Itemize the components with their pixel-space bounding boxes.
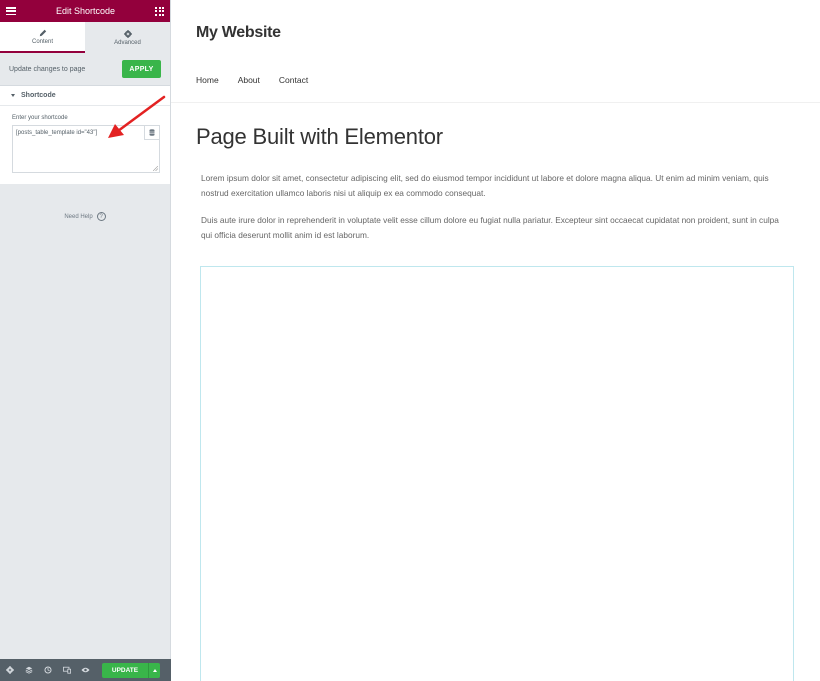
- page-title: Page Built with Elementor: [196, 124, 443, 149]
- shortcode-section-toggle[interactable]: Shortcode: [0, 86, 170, 106]
- tab-content[interactable]: Content: [0, 22, 85, 53]
- need-help-link[interactable]: Need Help ?: [0, 212, 170, 221]
- panel-title: Edit Shortcode: [55, 6, 116, 16]
- settings-icon[interactable]: [5, 666, 14, 675]
- responsive-icon[interactable]: [62, 666, 71, 675]
- site-title[interactable]: My Website: [196, 24, 281, 42]
- body-paragraph: Lorem ipsum dolor sit amet, consectetur …: [201, 173, 769, 198]
- update-button[interactable]: UPDATE: [102, 662, 148, 678]
- section-title: Shortcode: [21, 92, 56, 99]
- body-paragraph: Duis aute irure dolor in reprehenderit i…: [201, 215, 779, 240]
- preview-eye-icon[interactable]: [81, 666, 90, 675]
- caret-down-icon: [11, 94, 15, 97]
- tab-advanced[interactable]: Advanced: [85, 22, 170, 53]
- header-divider: [171, 102, 820, 103]
- shortcode-widget-frame[interactable]: [200, 266, 794, 681]
- layers-icon[interactable]: [24, 666, 33, 675]
- history-icon[interactable]: [43, 666, 52, 675]
- pencil-icon: [39, 29, 46, 36]
- editor-panel: Edit Shortcode Content Advanced Update c…: [0, 0, 171, 681]
- nav-item-contact[interactable]: Contact: [279, 75, 308, 85]
- tab-advanced-label: Advanced: [114, 39, 141, 46]
- database-icon: [149, 129, 155, 136]
- shortcode-section-body: Enter your shortcode [posts_table_templa…: [0, 106, 170, 184]
- update-changes-row: Update changes to page APPLY: [0, 53, 170, 86]
- nav-item-about[interactable]: About: [238, 75, 260, 85]
- update-changes-label: Update changes to page: [9, 65, 86, 73]
- shortcode-textarea[interactable]: [posts_table_template id="43"]: [12, 125, 160, 173]
- nav-item-home[interactable]: Home: [196, 75, 219, 85]
- dynamic-tags-button[interactable]: [144, 126, 159, 140]
- gear-icon: [123, 29, 132, 38]
- main-nav: Home About Contact: [196, 75, 327, 85]
- shortcode-field-label: Enter your shortcode: [12, 115, 68, 121]
- shortcode-value: [posts_table_template id="43"]: [16, 130, 98, 136]
- shortcode-section: Shortcode Enter your shortcode [posts_ta…: [0, 86, 170, 184]
- panel-footer: UPDATE: [0, 659, 171, 681]
- site-preview: My Website Home About Contact Page Built…: [171, 0, 820, 681]
- question-circle-icon: ?: [96, 212, 106, 221]
- panel-tabs: Content Advanced: [0, 22, 170, 53]
- need-help-label: Need Help: [64, 213, 93, 220]
- update-options-button[interactable]: [148, 662, 160, 678]
- tab-content-label: Content: [31, 38, 53, 45]
- resize-grip-icon[interactable]: [153, 166, 158, 171]
- hamburger-menu-icon[interactable]: [6, 7, 16, 15]
- widgets-grid-icon[interactable]: [155, 6, 164, 16]
- panel-header: Edit Shortcode: [0, 0, 170, 22]
- caret-up-icon: [152, 668, 157, 672]
- apply-button[interactable]: APPLY: [122, 60, 161, 78]
